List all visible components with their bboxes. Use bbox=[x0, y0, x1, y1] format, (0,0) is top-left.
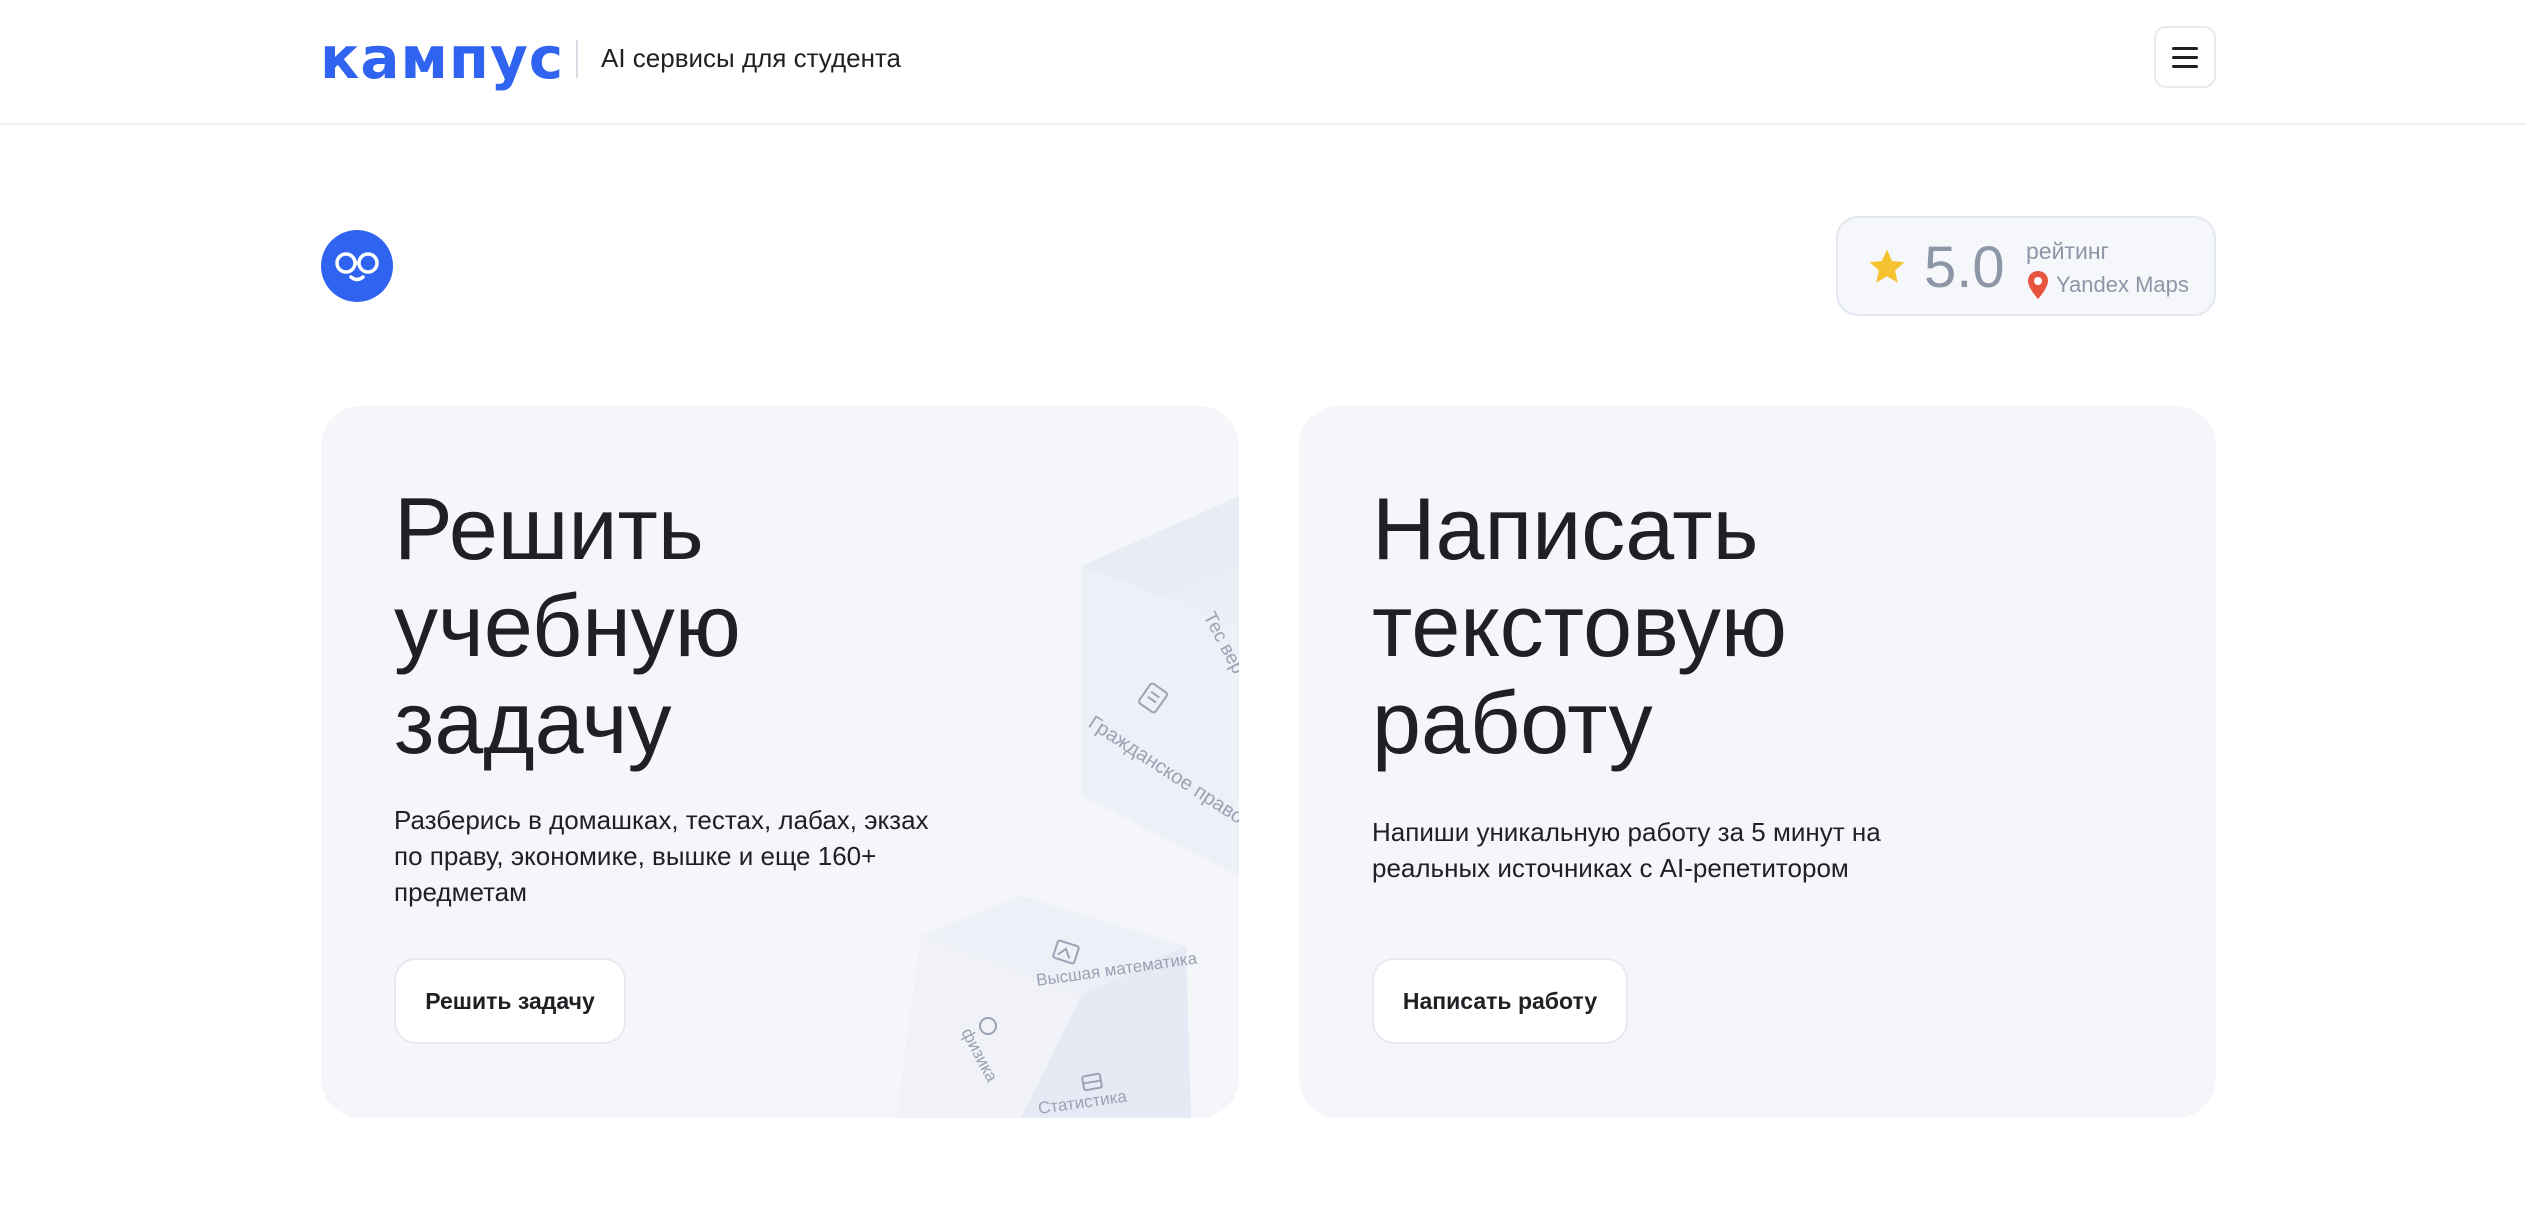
map-pin-icon bbox=[2028, 271, 2048, 299]
title-line: работу bbox=[1372, 673, 1653, 772]
logo-divider bbox=[576, 40, 578, 78]
title-line: задачу bbox=[394, 673, 672, 772]
solve-task-button[interactable]: Решить задачу bbox=[394, 958, 626, 1044]
solve-task-title: Решить учебную задачу bbox=[394, 480, 1044, 771]
star-icon bbox=[1869, 249, 1905, 283]
cube-label-civil-law: Гражданское право bbox=[1084, 712, 1239, 829]
hamburger-icon-line bbox=[2172, 55, 2198, 59]
hamburger-icon-line bbox=[2172, 64, 2198, 68]
upper-cube: Тес вер Гражданское право bbox=[1081, 496, 1239, 876]
hamburger-icon bbox=[2172, 46, 2198, 50]
mascot-face-icon bbox=[335, 252, 379, 282]
write-paper-description: Напиши уникальную работу за 5 минут на р… bbox=[1372, 817, 1881, 883]
write-paper-card[interactable]: Написать текстовую работу Напиши уникаль… bbox=[1299, 406, 2216, 1118]
cube-label-test: Тес вер bbox=[1199, 608, 1239, 677]
cube-label-physics: физика bbox=[957, 1025, 1001, 1086]
tagline: AI сервисы для студента bbox=[601, 43, 902, 73]
rating-label: рейтинг bbox=[2026, 238, 2109, 264]
rating-badge[interactable]: 5.0 рейтинг Yandex Maps bbox=[1836, 216, 2216, 316]
cube-label-statistics: Статистика bbox=[1037, 1087, 1129, 1118]
cube-label-higher-math: Высшая математика bbox=[1035, 948, 1199, 989]
rating-source: Yandex Maps bbox=[2056, 272, 2189, 297]
menu-button[interactable] bbox=[2154, 26, 2216, 88]
mascot-avatar bbox=[321, 230, 393, 302]
title-line: текстовую bbox=[1372, 576, 1787, 675]
solve-task-description: Разберись в домашках, тестах, лабах, экз… bbox=[394, 805, 929, 907]
logo[interactable]: кампус bbox=[320, 29, 564, 87]
rating-value: 5.0 bbox=[1924, 235, 2005, 300]
title-line: Решить bbox=[394, 479, 704, 578]
title-line: учебную bbox=[394, 576, 741, 675]
solve-task-card[interactable]: Тес вер Гражданское право Высшая математ… bbox=[321, 406, 1239, 1118]
lower-cube: Высшая математика физика Статистика bbox=[896, 896, 1199, 1118]
write-paper-button[interactable]: Написать работу bbox=[1372, 958, 1628, 1044]
title-line: Написать bbox=[1372, 479, 1759, 578]
write-paper-title: Написать текстовую работу bbox=[1372, 480, 2022, 771]
site-header: кампус AI сервисы для студента bbox=[0, 0, 2526, 125]
